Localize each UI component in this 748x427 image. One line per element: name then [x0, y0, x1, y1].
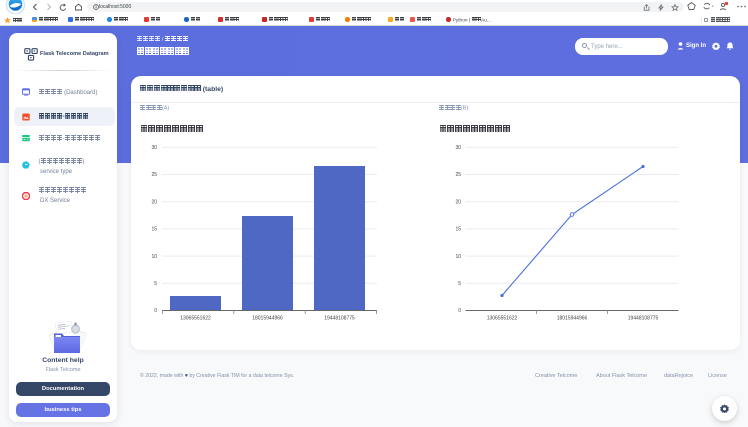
svg-text:30: 30 — [151, 145, 157, 151]
svg-text:18015944966: 18015944966 — [252, 316, 283, 322]
svg-text:5: 5 — [154, 281, 157, 287]
svg-text:15: 15 — [455, 227, 461, 233]
svg-text:0: 0 — [154, 308, 157, 314]
svg-text:18015944966: 18015944966 — [557, 316, 588, 322]
svg-text:15: 15 — [151, 227, 157, 233]
svg-text:5: 5 — [458, 281, 461, 287]
svg-text:19448108775: 19448108775 — [324, 316, 355, 322]
svg-text:20: 20 — [151, 199, 157, 205]
svg-text:19448108775: 19448108775 — [628, 316, 659, 322]
svg-text:10: 10 — [455, 254, 461, 260]
svg-text:20: 20 — [455, 199, 461, 205]
svg-text:13065551622: 13065551622 — [487, 316, 518, 322]
svg-text:0: 0 — [458, 308, 461, 314]
svg-text:13065551622: 13065551622 — [180, 316, 211, 322]
svg-text:25: 25 — [151, 172, 157, 178]
svg-text:10: 10 — [151, 254, 157, 260]
svg-text:30: 30 — [455, 145, 461, 151]
svg-text:25: 25 — [455, 172, 461, 178]
